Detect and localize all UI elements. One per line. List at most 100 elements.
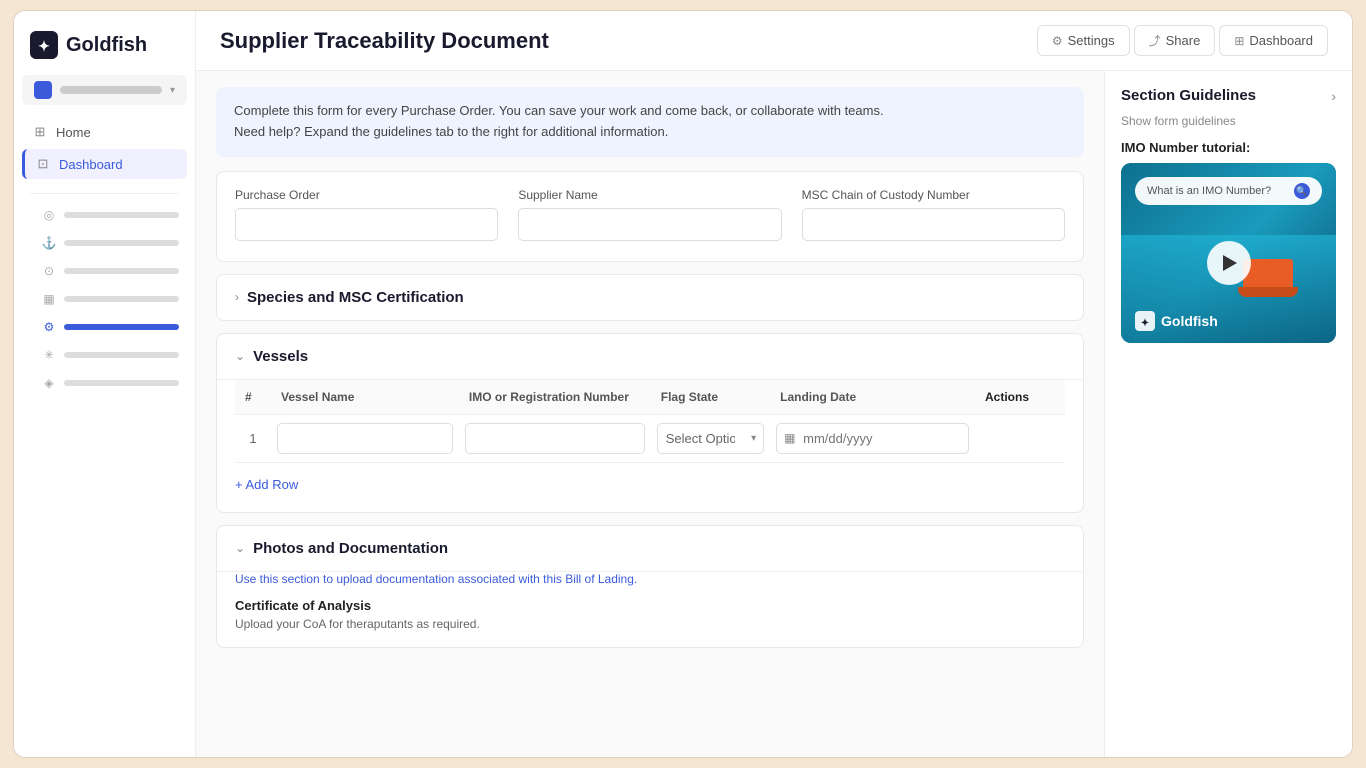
app-name: Goldfish [66, 34, 147, 57]
sub-icon-5: ⚙ [42, 320, 56, 334]
video-container: What is an IMO Number? 🔍 ✦ Goldfish [1121, 163, 1336, 343]
photos-section-title: Photos and Documentation [253, 540, 448, 557]
workspace-selector[interactable]: ▾ [22, 75, 187, 105]
video-search-text: What is an IMO Number? [1147, 185, 1271, 197]
guidelines-header: Section Guidelines › [1121, 87, 1336, 104]
vessel-name-input[interactable] [277, 423, 453, 454]
imo-input[interactable] [465, 423, 645, 454]
workspace-chevron-icon: ▾ [170, 85, 175, 96]
certificate-description: Upload your CoA for theraputants as requ… [235, 617, 1065, 631]
sidebar-item-home[interactable]: ⊞ Home [22, 117, 187, 147]
certificate-title: Certificate of Analysis [235, 598, 1065, 613]
species-section-title: Species and MSC Certification [247, 289, 464, 306]
video-logo-overlay: ✦ Goldfish [1135, 311, 1218, 331]
toolbar-buttons: ⚙ Settings ⤴ Share ⊞ Dashboard [1037, 25, 1328, 56]
dashboard-icon: ⊡ [35, 156, 51, 172]
share-button[interactable]: ⤴ Share [1134, 25, 1216, 56]
nav-home-label: Home [56, 125, 91, 140]
workspace-avatar [34, 81, 52, 99]
sidebar-item-dashboard[interactable]: ⊡ Dashboard [22, 149, 187, 179]
vessels-section-header[interactable]: ⌄ Vessels [217, 334, 1083, 380]
landing-date-input[interactable] [776, 423, 969, 454]
sub-icon-3: ⊙ [42, 264, 56, 278]
calendar-icon: ▦ [784, 431, 795, 445]
sub-icon-6: ✳ [42, 348, 56, 362]
info-line2: Need help? Expand the guidelines tab to … [234, 122, 1066, 143]
sidebar-sub-item-5[interactable]: ⚙ [34, 314, 187, 340]
video-search-bar: What is an IMO Number? 🔍 [1135, 177, 1322, 205]
actions-cell [975, 414, 1065, 462]
sidebar-divider [30, 193, 179, 194]
show-guidelines-link[interactable]: Show form guidelines [1121, 114, 1336, 128]
sidebar-sub-item-2[interactable]: ⚓ [34, 230, 187, 256]
sub-label-bar-6 [64, 352, 179, 358]
sidebar-sub-item-6[interactable]: ✳ [34, 342, 187, 368]
sidebar-sub-items: ◎ ⚓ ⊙ ▦ ⚙ ✳ ◈ [14, 202, 195, 398]
sub-label-bar-1 [64, 212, 179, 218]
sub-label-bar-7 [64, 380, 179, 386]
main-content: Supplier Traceability Document ⚙ Setting… [196, 11, 1352, 757]
fields-row: Purchase Order Supplier Name MSC Chain o… [217, 172, 1083, 261]
top-bar: Supplier Traceability Document ⚙ Setting… [196, 11, 1352, 71]
video-search-icon: 🔍 [1294, 183, 1310, 199]
msc-chain-input[interactable] [802, 208, 1065, 241]
col-actions: Actions [975, 380, 1065, 415]
imo-cell [459, 414, 651, 462]
table-row: 1 [235, 414, 1065, 462]
dashboard-label: Dashboard [1249, 33, 1313, 48]
info-banner: Complete this form for every Purchase Or… [216, 87, 1084, 157]
photos-content: Use this section to upload documentation… [217, 572, 1083, 647]
purchase-order-group: Purchase Order [235, 188, 498, 241]
settings-button[interactable]: ⚙ Settings [1037, 25, 1130, 56]
photos-toggle-icon: ⌄ [235, 541, 245, 555]
sidebar-sub-item-4[interactable]: ▦ [34, 286, 187, 312]
share-icon: ⤴ [1149, 32, 1161, 49]
flag-state-select[interactable]: Select Option [657, 423, 764, 454]
video-play-button[interactable] [1207, 241, 1251, 285]
add-row-button[interactable]: + Add Row [235, 473, 298, 496]
landing-date-cell: ▦ [770, 414, 975, 462]
form-panel: Complete this form for every Purchase Or… [196, 71, 1104, 757]
settings-icon: ⚙ [1052, 34, 1063, 48]
nav-dashboard-label: Dashboard [59, 157, 123, 172]
goldfish-logo-icon: ✦ [30, 31, 58, 59]
guidelines-title: Section Guidelines [1121, 87, 1256, 104]
add-row-label: + Add Row [235, 477, 298, 492]
dashboard-button[interactable]: ⊞ Dashboard [1219, 25, 1328, 56]
col-hash: # [235, 380, 271, 415]
sub-icon-7: ◈ [42, 376, 56, 390]
vessels-toggle-icon: ⌄ [235, 349, 245, 363]
svg-text:✦: ✦ [38, 38, 50, 54]
app-logo: ✦ Goldfish [14, 11, 195, 75]
page-title: Supplier Traceability Document [220, 28, 1021, 54]
vessels-table: # Vessel Name IMO or Registration Number… [235, 380, 1065, 463]
dashboard-toolbar-icon: ⊞ [1234, 34, 1244, 48]
col-vessel-name: Vessel Name [271, 380, 459, 415]
supplier-name-input[interactable] [518, 208, 781, 241]
vessels-section: ⌄ Vessels # Vessel Name IMO or Registrat… [216, 333, 1084, 513]
basic-fields-section: Purchase Order Supplier Name MSC Chain o… [216, 171, 1084, 262]
sub-icon-1: ◎ [42, 208, 56, 222]
sub-label-bar-2 [64, 240, 179, 246]
nav-section: ⊞ Home ⊡ Dashboard [14, 113, 195, 185]
sidebar-sub-item-3[interactable]: ⊙ [34, 258, 187, 284]
play-triangle-icon [1223, 255, 1237, 271]
flag-state-cell: Select Option ▾ [651, 414, 770, 462]
sidebar-sub-item-1[interactable]: ◎ [34, 202, 187, 228]
msc-chain-group: MSC Chain of Custody Number [802, 188, 1065, 241]
photos-section-header[interactable]: ⌄ Photos and Documentation [217, 526, 1083, 572]
sidebar-sub-item-7[interactable]: ◈ [34, 370, 187, 396]
vessels-section-title: Vessels [253, 348, 308, 365]
workspace-name-bar [60, 86, 162, 94]
purchase-order-label: Purchase Order [235, 188, 498, 202]
sidebar: ✦ Goldfish ▾ ⊞ Home ⊡ Dashboard ◎ [14, 11, 196, 757]
vessels-content: # Vessel Name IMO or Registration Number… [217, 380, 1083, 512]
guidelines-expand-icon[interactable]: › [1331, 88, 1336, 104]
purchase-order-input[interactable] [235, 208, 498, 241]
video-boat [1243, 259, 1293, 289]
row-num: 1 [235, 414, 271, 462]
species-section-header[interactable]: › Species and MSC Certification [217, 275, 1083, 320]
share-label: Share [1166, 33, 1201, 48]
home-icon: ⊞ [32, 124, 48, 140]
vessels-table-header: # Vessel Name IMO or Registration Number… [235, 380, 1065, 415]
